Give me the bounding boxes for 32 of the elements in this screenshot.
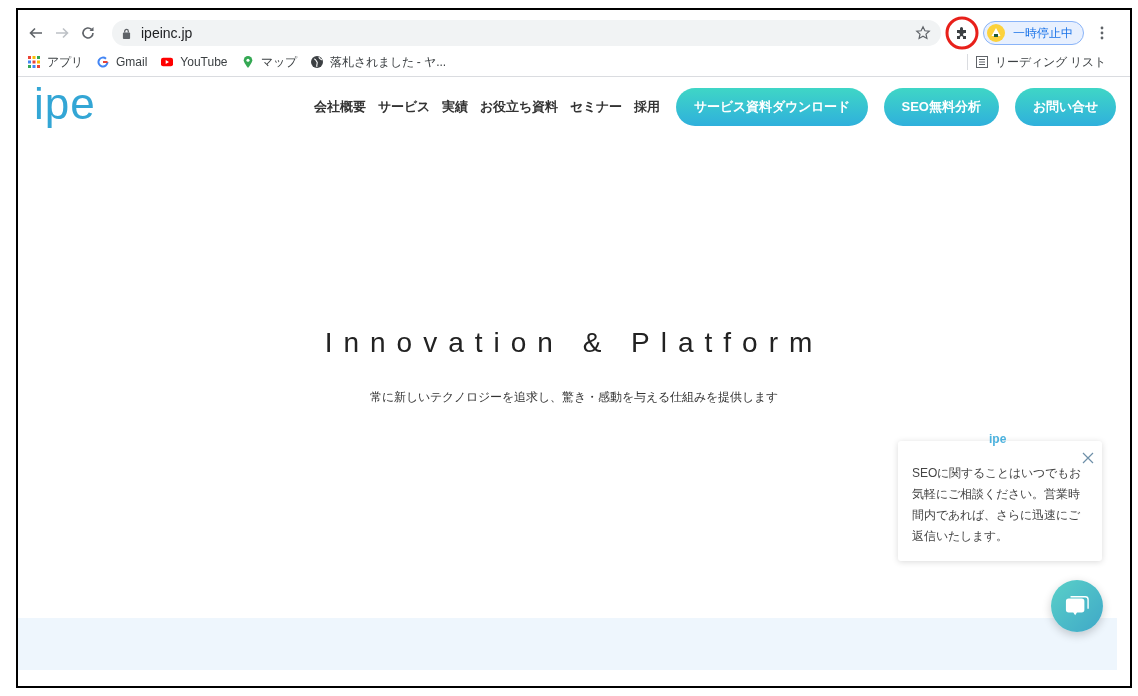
nav-link[interactable]: 実績	[441, 98, 468, 116]
nav-link[interactable]: サービス	[377, 98, 430, 116]
bookmark-link[interactable]: アプリ	[28, 53, 83, 71]
avatar-icon	[987, 24, 1005, 42]
bookmark-link[interactable]: YouTube	[161, 55, 228, 69]
chat-brand: ipe	[989, 432, 1007, 446]
url-text: ipeinc.jp	[141, 25, 193, 41]
chat-message: SEOに関することはいつでもお気軽にご相談ください。営業時間内であれば、さらに迅速にご返信いたします。	[912, 465, 1083, 545]
nav-link[interactable]: お役立ち資料	[479, 98, 558, 116]
globe-icon	[310, 56, 323, 68]
lock-icon	[122, 27, 131, 39]
nav-link[interactable]: 採用	[633, 98, 660, 116]
play-icon	[161, 56, 174, 68]
close-icon[interactable]	[1082, 452, 1094, 464]
nav-link[interactable]: 会社概要	[313, 98, 366, 116]
profile-button[interactable]: 一時停止中	[983, 21, 1084, 45]
map-pin-icon	[241, 56, 254, 68]
address-bar[interactable]: ipeinc.jp	[112, 20, 941, 46]
reload-icon[interactable]	[80, 25, 96, 41]
reading-list-link[interactable]: リーディング リスト	[975, 53, 1106, 71]
chat-bubble-icon	[1064, 594, 1090, 618]
bookmark-link[interactable]: Gmail	[97, 55, 148, 69]
bookmark-link[interactable]: 落札されました - ヤ...	[310, 53, 447, 71]
hero-subtitle: 常に新しいテクノロジーを追求し、驚き・感動を与える仕組みを提供します	[370, 389, 778, 406]
nav-link[interactable]: セミナー	[569, 98, 622, 116]
back-icon[interactable]	[28, 25, 44, 41]
grid-icon	[28, 56, 40, 68]
bookmark-link[interactable]: マップ	[241, 53, 297, 71]
star-icon[interactable]	[915, 25, 931, 41]
hero-title: Innovation & Platform	[324, 327, 824, 359]
list-icon	[975, 56, 988, 68]
google-g-icon	[97, 56, 109, 68]
